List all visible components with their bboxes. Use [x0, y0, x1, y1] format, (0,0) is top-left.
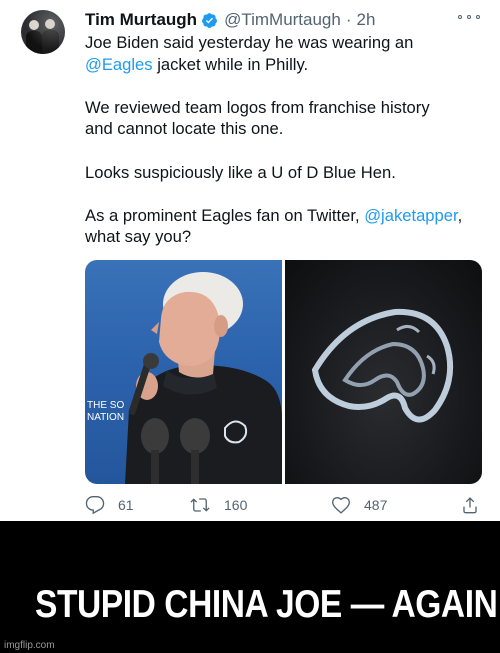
- tweet-line: Joe Biden said yesterday he was wearing …: [85, 33, 414, 52]
- share-icon: [460, 495, 480, 515]
- reply-count: 61: [118, 497, 134, 513]
- author-handle[interactable]: @TimMurtaugh: [224, 10, 341, 30]
- tweet-card[interactable]: Tim Murtaugh @TimMurtaugh · 2h Joe Biden…: [0, 0, 500, 521]
- tweet-actions: 61 160 487: [85, 494, 485, 516]
- tweet-media[interactable]: THE SO NATION: [85, 260, 482, 484]
- share-button[interactable]: [460, 494, 480, 516]
- tweet-line: jacket while in Philly.: [152, 54, 309, 74]
- tweet-line: We reviewed team logos from franchise hi…: [85, 97, 430, 117]
- author-avatar[interactable]: [21, 10, 65, 54]
- separator-dot: ·: [345, 10, 352, 29]
- verified-icon: [201, 12, 218, 29]
- sign-text: NATION: [87, 412, 124, 423]
- mention-eagles-link[interactable]: @Eagles: [85, 55, 153, 74]
- reply-button[interactable]: 61: [85, 494, 134, 516]
- reply-icon: [85, 495, 105, 515]
- tweet-line: As a prominent Eagles fan on Twitter,: [85, 205, 365, 225]
- tweet-time[interactable]: 2h: [357, 10, 376, 30]
- tweet-line: and cannot locate this one.: [85, 119, 284, 139]
- more-icon[interactable]: [458, 10, 480, 24]
- retweet-count: 160: [224, 497, 248, 513]
- tweet-punctuation: ,: [457, 205, 463, 225]
- meme-caption: STUPID CHINA JOE — AGAIN!: [35, 583, 500, 626]
- retweet-icon: [189, 495, 211, 515]
- media-photo-speaker[interactable]: THE SO NATION: [85, 260, 282, 484]
- like-count: 487: [364, 497, 388, 513]
- mention-jaketapper-link[interactable]: @jaketapper: [364, 206, 457, 225]
- imgflip-watermark: imgflip.com: [4, 640, 55, 651]
- sign-text: THE SO: [87, 400, 124, 411]
- tweet-text: Joe Biden said yesterday he was wearing …: [85, 32, 495, 248]
- author-name[interactable]: Tim Murtaugh: [85, 10, 197, 30]
- like-icon: [331, 495, 351, 515]
- tweet-header: Tim Murtaugh @TimMurtaugh · 2h: [85, 9, 375, 31]
- like-button[interactable]: 487: [331, 494, 387, 516]
- tweet-line: what say you?: [85, 227, 192, 247]
- retweet-button[interactable]: 160: [189, 494, 247, 516]
- media-photo-logo-closeup[interactable]: [285, 260, 482, 484]
- tweet-line: Looks suspiciously like a U of D Blue He…: [85, 162, 396, 182]
